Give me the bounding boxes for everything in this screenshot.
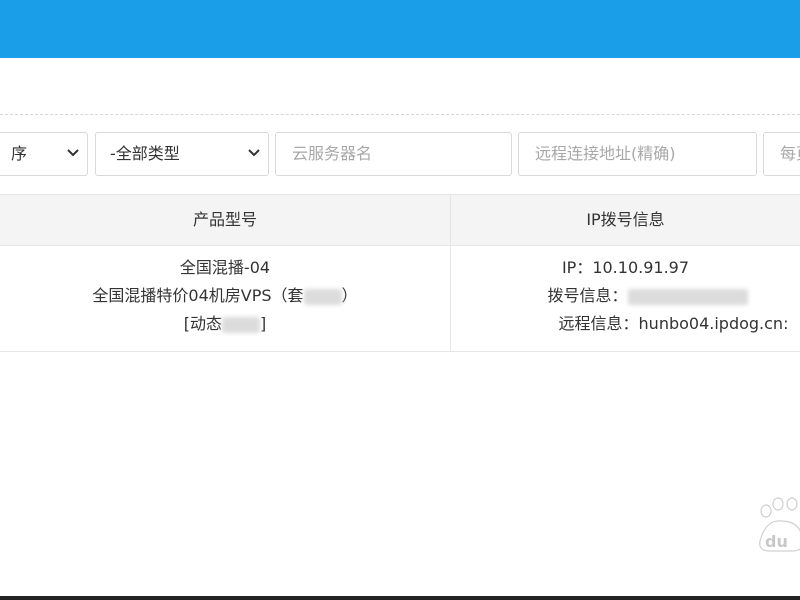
chevron-down-icon [248,133,260,175]
product-status-close: ] [260,314,267,333]
product-desc-text: 全国混播特价04机房VPS（套 [92,286,304,305]
type-select-value: -全部类型 [110,144,180,163]
page-size-input[interactable]: 每页 [763,132,800,176]
redacted-block [303,288,342,305]
remote-address-input[interactable]: 远程连接地址(精确) [518,132,757,176]
product-desc-end: ） [341,286,358,305]
baidu-paw-icon: du [756,497,800,553]
remote-info-line: 远程信息：hunbo04.ipdog.cn: [558,314,789,333]
top-header-bar [0,0,800,58]
chevron-down-icon [67,133,79,175]
dial-info-label: 拨号信息： [547,286,628,305]
dashed-separator [0,114,800,115]
bottom-edge [0,596,800,600]
product-description: 全国混播特价04机房VPS（套 ） [0,282,450,310]
product-status: [动态] [0,310,450,338]
sort-select-value: 序 [11,144,28,163]
watermark-text: du [765,532,788,551]
type-select[interactable]: -全部类型 [95,132,269,176]
ip-info-cell: IP：10.10.91.97 拨号信息： 远程信息：hunbo04.ipdog.… [451,254,800,338]
filter-bar: 序 -全部类型 云服务器名 远程连接地址(精确) 每页 [0,132,800,178]
server-name-input[interactable]: 云服务器名 [275,132,512,176]
ip-address-line: IP：10.10.91.97 [561,258,690,277]
dial-info-line: 拨号信息： [451,282,800,310]
remote-address-placeholder: 远程连接地址(精确) [535,144,676,163]
product-cell: 全国混播-04 全国混播特价04机房VPS（套 ） [动态] [0,254,450,338]
column-divider [450,194,451,352]
product-name: 全国混播-04 [179,258,271,277]
product-status-open: [动态 [183,314,222,333]
header-product-model: 产品型号 [192,210,257,229]
redacted-block [222,316,260,333]
header-ip-dial-info: IP拨号信息 [586,210,665,229]
sort-select[interactable]: 序 [0,132,88,176]
table-row: 全国混播-04 全国混播特价04机房VPS（套 ） [动态] IP：10.10.9… [0,246,800,352]
redacted-block [627,288,748,305]
page-size-placeholder: 每页 [780,144,800,163]
server-name-placeholder: 云服务器名 [292,144,373,163]
table-header: 产品型号 IP拨号信息 [0,194,800,246]
server-table: 产品型号 IP拨号信息 全国混播-04 全国混播特价04机房VPS（套 ） [动态… [0,194,800,352]
